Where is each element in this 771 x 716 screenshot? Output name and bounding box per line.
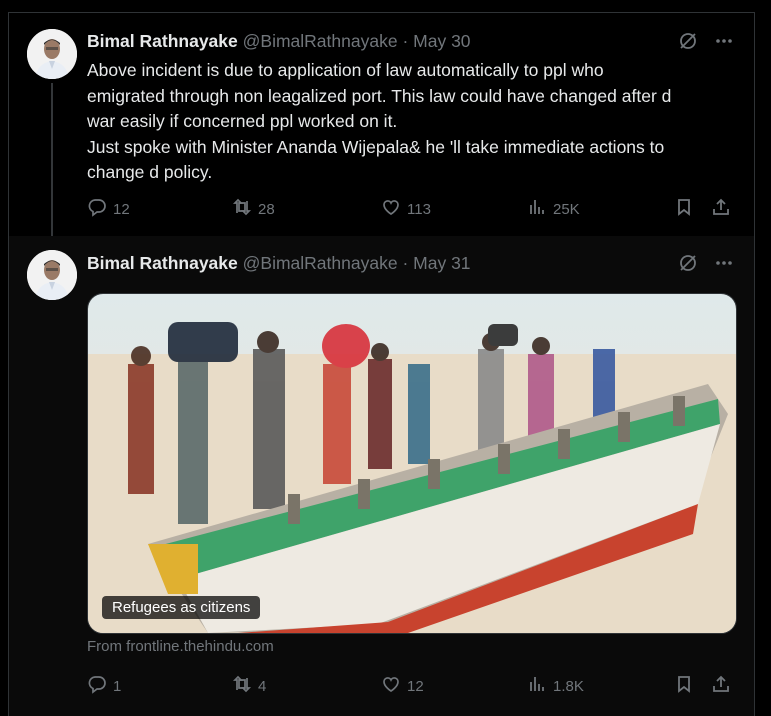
more-icon[interactable] bbox=[714, 31, 734, 56]
tweet-date[interactable]: May 30 bbox=[413, 31, 470, 51]
grok-icon[interactable] bbox=[678, 253, 698, 278]
like-count: 12 bbox=[407, 677, 424, 695]
bookmark-icon bbox=[674, 674, 694, 698]
thread-line bbox=[51, 83, 53, 249]
like-button[interactable]: 12 bbox=[381, 674, 424, 698]
like-button[interactable]: 113 bbox=[381, 197, 431, 221]
tweet-actions: 1 4 12 1.8K bbox=[87, 674, 737, 698]
link-card-image[interactable]: Refugees as citizens bbox=[87, 293, 737, 634]
like-icon bbox=[381, 674, 401, 698]
avatar[interactable] bbox=[27, 29, 77, 79]
bookmark-button[interactable] bbox=[674, 674, 694, 698]
repost-count: 4 bbox=[258, 677, 267, 695]
tweet-actions: 12 28 113 25K bbox=[87, 197, 737, 221]
repost-icon bbox=[232, 674, 252, 698]
views-count: 25K bbox=[553, 200, 580, 218]
views-button[interactable]: 25K bbox=[527, 197, 580, 221]
author-name[interactable]: Bimal Rathnayake bbox=[87, 253, 238, 273]
bookmark-icon bbox=[674, 197, 694, 221]
bookmark-button[interactable] bbox=[674, 197, 694, 221]
tweet-top-icons bbox=[678, 31, 734, 56]
views-icon bbox=[527, 197, 547, 221]
like-count: 113 bbox=[407, 200, 431, 218]
separator: · bbox=[402, 253, 409, 273]
share-button[interactable] bbox=[711, 197, 731, 221]
repost-count: 28 bbox=[258, 200, 275, 218]
tweet-text: Above incident is due to application of … bbox=[87, 60, 672, 182]
author-name[interactable]: Bimal Rathnayake bbox=[87, 31, 238, 51]
link-source[interactable]: From frontline.thehindu.com bbox=[87, 638, 274, 655]
share-icon bbox=[711, 197, 731, 221]
like-icon bbox=[381, 197, 401, 221]
author-handle[interactable]: @BimalRathnayake bbox=[243, 31, 398, 51]
tweet-header: Bimal Rathnayake @BimalRathnayake · May … bbox=[87, 253, 471, 274]
tweet-date[interactable]: May 31 bbox=[413, 253, 470, 273]
repost-icon bbox=[232, 197, 252, 221]
grok-icon[interactable] bbox=[678, 31, 698, 56]
reply-count: 12 bbox=[113, 200, 130, 218]
repost-button[interactable]: 28 bbox=[232, 197, 275, 221]
tweet-2[interactable]: Bimal Rathnayake @BimalRathnayake · May … bbox=[9, 236, 754, 716]
views-icon bbox=[527, 674, 547, 698]
share-button[interactable] bbox=[711, 674, 731, 698]
views-button[interactable]: 1.8K bbox=[527, 674, 584, 698]
separator: · bbox=[402, 31, 409, 51]
avatar[interactable] bbox=[27, 250, 77, 300]
tweet-1[interactable]: Bimal Rathnayake @BimalRathnayake · May … bbox=[9, 13, 754, 249]
repost-button[interactable]: 4 bbox=[232, 674, 266, 698]
views-count: 1.8K bbox=[553, 677, 584, 695]
author-handle[interactable]: @BimalRathnayake bbox=[243, 253, 398, 273]
reply-button[interactable]: 1 bbox=[87, 674, 121, 698]
reply-icon bbox=[87, 197, 107, 221]
reply-count: 1 bbox=[113, 677, 122, 695]
tweet-header: Bimal Rathnayake @BimalRathnayake · May … bbox=[87, 31, 471, 52]
tweet-top-icons bbox=[678, 253, 734, 278]
more-icon[interactable] bbox=[714, 253, 734, 278]
reply-icon bbox=[87, 674, 107, 698]
share-icon bbox=[711, 674, 731, 698]
reply-button[interactable]: 12 bbox=[87, 197, 130, 221]
media-caption: Refugees as citizens bbox=[102, 596, 261, 619]
